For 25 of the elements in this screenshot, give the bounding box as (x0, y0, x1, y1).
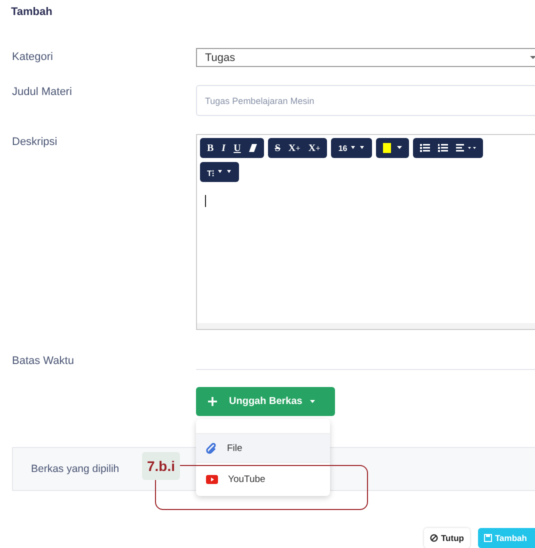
format-button[interactable]: B (203, 140, 218, 156)
text-cursor (205, 195, 206, 207)
panel-label: Berkas yang dipilih (31, 463, 120, 475)
caret-icon (351, 146, 366, 150)
field-label: Deskripsi (11, 135, 58, 149)
caret-icon (397, 146, 402, 150)
cancel-icon (430, 534, 438, 542)
plus-icon (208, 397, 217, 406)
resize-handle[interactable] (197, 323, 535, 329)
format-button[interactable]: S (270, 140, 284, 156)
caret-icon (310, 400, 316, 404)
field-label: Batas Waktu (11, 354, 75, 368)
play-icon (206, 475, 218, 484)
caret-icon (218, 170, 232, 174)
format-button[interactable]: U (230, 140, 245, 156)
menu-item[interactable]: YouTube (196, 463, 330, 496)
annotation-label: 7.b.i (142, 452, 180, 480)
paperclip-icon (206, 442, 217, 454)
close-button[interactable]: Tutup (424, 528, 470, 548)
field-label: Kategori (11, 50, 54, 64)
field-label: Judul Materi (11, 85, 73, 99)
category-select[interactable]: Tugas (196, 48, 535, 67)
format-button[interactable]: I (218, 140, 230, 156)
menu-item[interactable]: File (196, 434, 330, 463)
form-title: Tambah (11, 6, 52, 18)
